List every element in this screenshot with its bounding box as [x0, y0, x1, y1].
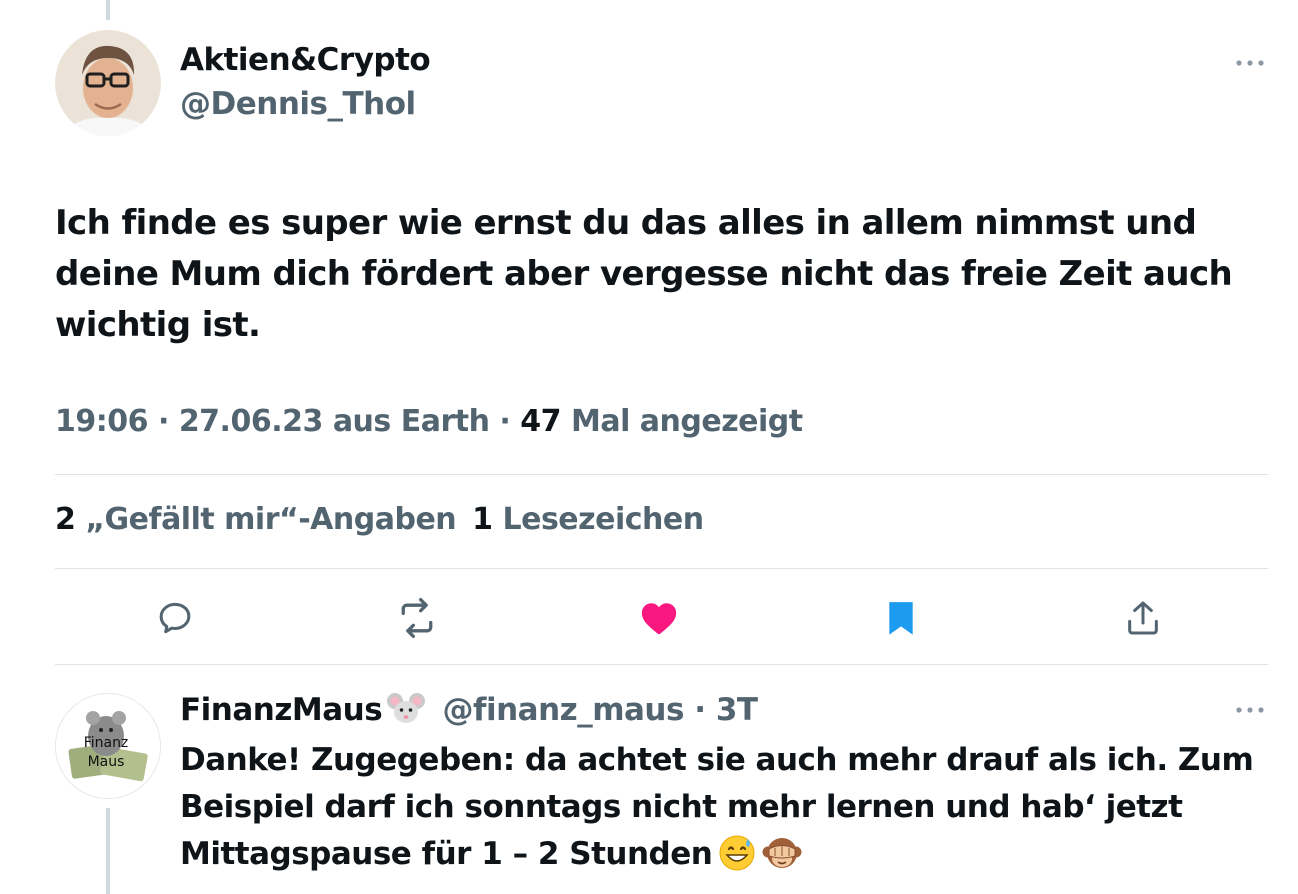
reply-button[interactable] [153, 596, 197, 640]
divider [55, 568, 1268, 569]
like-button[interactable] [637, 596, 681, 640]
reply-icon [159, 602, 191, 634]
bookmarks-label: Lesezeichen [502, 502, 704, 537]
avatar-text-maus: Maus [88, 754, 125, 770]
reply-time[interactable]: 3T [716, 692, 758, 728]
views-count: 47 [520, 404, 562, 439]
bookmark-icon [889, 602, 913, 635]
tweet-time[interactable]: 19:06 [55, 404, 149, 439]
likes-stat[interactable]: 2 „Gefällt mir“-Angaben [55, 502, 457, 537]
reply-author-avatar[interactable]: Finanz Maus [55, 693, 161, 799]
tweet-metadata: 19:06 · 27.06.23 aus Earth · 47 Mal ange… [55, 404, 803, 439]
thread-connector-bottom [106, 808, 110, 894]
divider [55, 664, 1268, 665]
retweet-button[interactable] [395, 596, 439, 640]
tweet-text: Ich finde es super wie ernst du das alle… [55, 203, 1233, 345]
retweet-icon [401, 598, 433, 638]
author-handle[interactable]: @Dennis_Thol [180, 86, 416, 122]
bookmarks-count: 1 [472, 502, 493, 537]
meta-separator: · [499, 404, 511, 439]
reply-author-name[interactable]: FinanzMaus [180, 692, 383, 728]
reply-header: FinanzMaus @finanz_maus · 3T [180, 690, 758, 734]
bookmark-button[interactable] [879, 596, 923, 640]
grinning-sweat-emoji [718, 834, 756, 886]
reply-more-options-icon[interactable] [1230, 700, 1270, 720]
avatar-text-finanz: Finanz [84, 735, 129, 751]
see-no-evil-monkey-emoji [762, 834, 802, 886]
views-label: Mal angezeigt [570, 404, 803, 439]
tweet-source: aus Earth [332, 404, 490, 439]
reply-text: Danke! Zugegeben: da achtet sie auch meh… [180, 742, 1254, 872]
share-icon [1128, 601, 1158, 635]
reply-author-handle[interactable]: @finanz_maus [443, 692, 685, 728]
meta-separator: · [157, 404, 169, 439]
engagement-stats: 2 „Gefällt mir“-Angaben 1 Lesezeichen [55, 502, 704, 537]
likes-label: „Gefällt mir“-Angaben [85, 502, 457, 537]
author-name[interactable]: Aktien&Crypto [180, 42, 431, 78]
heart-icon [641, 603, 677, 635]
reply-text-block: Danke! Zugegeben: da achtet sie auch meh… [180, 737, 1270, 886]
tweet-date[interactable]: 27.06.23 [179, 404, 324, 439]
mouse-face-emoji [386, 690, 426, 734]
bookmarks-stat[interactable]: 1 Lesezeichen [472, 502, 704, 537]
share-button[interactable] [1121, 596, 1165, 640]
divider [55, 474, 1268, 475]
likes-count: 2 [55, 502, 76, 537]
more-options-icon[interactable] [1230, 53, 1270, 73]
reply-separator: · [694, 692, 706, 728]
thread-connector-top [106, 0, 110, 20]
author-avatar[interactable] [55, 30, 161, 136]
